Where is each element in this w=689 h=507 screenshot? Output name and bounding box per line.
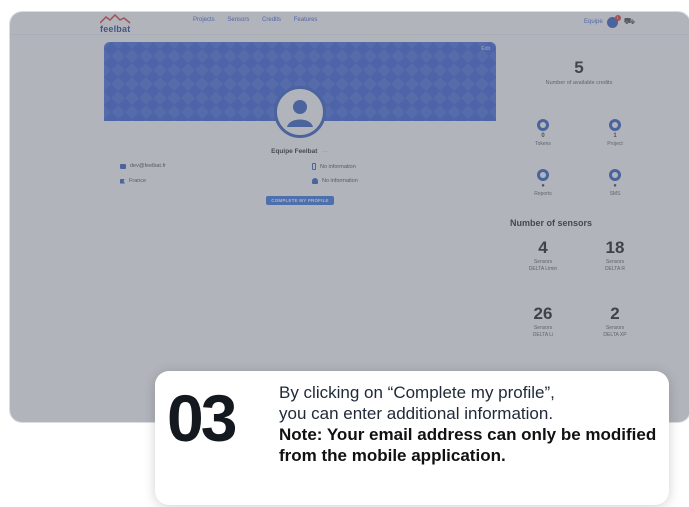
sensors-section-title: Number of sensors [510, 218, 593, 228]
complete-profile-button[interactable]: COMPLETE MY PROFILE [266, 196, 334, 205]
profile-name: Equipe Feelbat [271, 148, 318, 155]
phone-icon [312, 163, 316, 170]
user-avatar-icon[interactable]: 1 [606, 14, 621, 28]
project-icon [609, 119, 621, 131]
callout-text: By clicking on “Complete my profile”, yo… [279, 382, 665, 466]
country-row: France [120, 178, 146, 184]
credits-label: Number of available credits [545, 80, 613, 86]
logo-mountain-icon [100, 14, 131, 24]
top-navbar: feelbat Projects Sensors Credits Feature… [10, 12, 689, 35]
project-label: Project [607, 141, 623, 147]
nav-sensors[interactable]: Sensors [227, 17, 249, 23]
notification-badge: 1 [614, 14, 621, 21]
user-menu[interactable]: Equipe 1 ⛟ [584, 14, 635, 28]
tutorial-callout: 03 By clicking on “Complete my profile”,… [155, 371, 669, 505]
sensor-count: 18 [605, 238, 625, 257]
main-nav: Projects Sensors Credits Features [193, 17, 328, 23]
reports-icon [537, 169, 549, 181]
sensor-model: DELTA XP [603, 332, 627, 338]
sensor-count: 26 [533, 304, 553, 323]
profile-card: Edit Equipe Feelbat ··· dev@feelbat.fr Fr… [104, 42, 496, 212]
sensor-label: Sensors [533, 259, 553, 265]
email-value: dev@feelbat.fr [130, 163, 166, 169]
tokens-value: 0 [541, 133, 545, 139]
sensor-card-delta-r[interactable]: 18 Sensors DELTA R [584, 228, 646, 286]
sensor-card-delta-xp[interactable]: 2 Sensors DELTA XP [584, 294, 646, 352]
sensor-card-delta-limin[interactable]: 4 Sensors DELTA Limin [512, 228, 574, 286]
phone-value: No information [320, 163, 356, 170]
sms-value: ● [613, 183, 617, 189]
sensor-count: 4 [538, 238, 548, 257]
tokens-icon [537, 119, 549, 131]
nav-features[interactable]: Features [294, 17, 318, 23]
email-icon [120, 163, 126, 169]
phone-row: No information [312, 163, 356, 170]
sensor-label: Sensors [605, 325, 625, 331]
sensor-label: Sensors [533, 325, 553, 331]
sensor-label: Sensors [605, 259, 625, 265]
credits-card: 5 Number of available credits [512, 42, 646, 108]
company-row: No information [312, 178, 358, 184]
reports-value: ● [541, 183, 545, 189]
cart-icon[interactable]: ⛟ [624, 16, 635, 28]
nav-projects[interactable]: Projects [193, 17, 215, 23]
app-window: feelbat Projects Sensors Credits Feature… [10, 12, 689, 422]
company-value: No information [322, 178, 358, 184]
email-row: dev@feelbat.fr [120, 163, 166, 169]
more-options-icon[interactable]: ··· [322, 148, 329, 155]
project-value: 1 [613, 133, 617, 139]
callout-note: Note: Your email address can only be mod… [279, 425, 657, 465]
user-name[interactable]: Equipe [584, 19, 603, 25]
profile-avatar[interactable] [274, 86, 326, 138]
tokens-card[interactable]: 0 Tokens [512, 112, 574, 156]
credits-value: 5 [574, 58, 584, 77]
sensor-card-delta-li[interactable]: 26 Sensors DELTA Li [512, 294, 574, 352]
project-card[interactable]: 1 Project [584, 112, 646, 156]
feelbat-logo[interactable]: feelbat [100, 14, 132, 34]
user-silhouette-icon [287, 100, 313, 127]
sensor-count: 2 [610, 304, 620, 323]
sms-label: SMS [609, 191, 621, 197]
company-icon [312, 178, 318, 184]
reports-label: Reports [534, 191, 552, 197]
callout-line-2: you can enter additional information. [279, 404, 554, 423]
sms-icon [609, 169, 621, 181]
profile-name-row: Equipe Feelbat ··· [104, 148, 496, 155]
callout-line-1: By clicking on “Complete my profile”, [279, 383, 555, 402]
reports-card[interactable]: ● Reports [512, 162, 574, 206]
nav-credits[interactable]: Credits [262, 17, 281, 23]
edit-banner-button[interactable]: Edit [481, 46, 490, 52]
step-number: 03 [167, 381, 237, 455]
country-value: France [129, 178, 147, 184]
sensor-model: DELTA R [604, 266, 626, 272]
sensor-model: DELTA Limin [528, 266, 558, 272]
sensor-model: DELTA Li [532, 332, 554, 338]
tokens-label: Tokens [535, 141, 551, 147]
sms-card[interactable]: ● SMS [584, 162, 646, 206]
logo-text: feelbat [100, 24, 131, 34]
flag-icon [120, 178, 125, 184]
